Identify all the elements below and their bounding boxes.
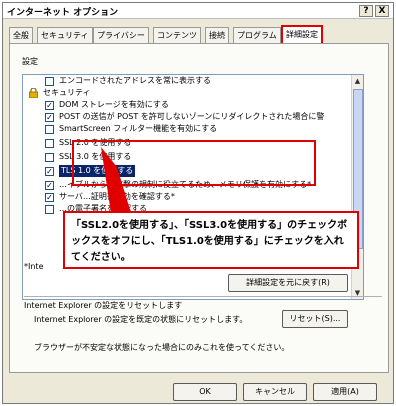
lock-icon <box>29 88 38 98</box>
help-button[interactable]: ? <box>359 5 373 17</box>
internet-options-window: インターネット オプション ? X 全般 セキュリティ プライバシー コンテンツ… <box>2 2 394 404</box>
separator <box>24 296 382 297</box>
cancel-button[interactable]: キャンセル <box>243 383 307 401</box>
ssl-tls-highlight-box <box>72 140 316 186</box>
window-title: インターネット オプション <box>7 8 119 18</box>
tab-general[interactable]: 全般 <box>9 27 33 43</box>
tab-advanced[interactable]: 詳細設定 <box>281 25 323 43</box>
checkbox-checked[interactable]: ✓ <box>45 101 54 110</box>
reset-warning: ブラウザーが不安定な状態になった場合にのみこれを使ってください。 <box>34 343 290 352</box>
checkbox-unchecked[interactable] <box>45 125 54 134</box>
tab-security[interactable]: セキュリティ <box>37 27 93 43</box>
checkbox-checked[interactable]: ✓ <box>45 113 54 122</box>
scroll-up-icon[interactable]: ▲ <box>352 75 363 87</box>
title-bar: インターネット オプション ? X <box>3 3 393 19</box>
advanced-panel: 設定 エンコードされたアドレスを常に表示する セキュリティ ✓ DOM ストレー… <box>9 43 389 373</box>
checkbox-checked[interactable]: ✓ <box>45 193 54 202</box>
reset-button[interactable]: リセット(S)... <box>282 310 348 328</box>
ok-button[interactable]: OK <box>173 383 237 401</box>
reset-description: Internet Explorer の設定を既定の状態にリセットします。 <box>34 315 248 324</box>
scroll-down-icon[interactable]: ▼ <box>352 287 363 299</box>
instruction-callout: 「SSL2.0を使用する」、「SSL3.0を使用する」のチェックボックスをオフに… <box>63 211 359 269</box>
reset-heading: Internet Explorer の設定をリセットします <box>24 301 183 310</box>
restart-note: *Inte <box>24 262 44 271</box>
checkbox-checked[interactable]: ✓ <box>45 181 54 190</box>
apply-button[interactable]: 適用(A) <box>313 383 377 401</box>
ssl2-checkbox[interactable] <box>45 139 54 148</box>
tls10-checkbox[interactable]: ✓ <box>45 167 54 176</box>
restore-advanced-button[interactable]: 詳細設定を元に戻す(R) <box>228 274 348 292</box>
ssl3-checkbox[interactable] <box>45 153 54 162</box>
tab-connections[interactable]: 接続 <box>205 27 229 43</box>
tab-programs[interactable]: プログラム <box>233 27 281 43</box>
close-button[interactable]: X <box>375 5 389 17</box>
checkbox-unchecked[interactable] <box>45 77 54 86</box>
settings-group-label: 設定 <box>22 57 38 66</box>
checkbox-unchecked[interactable] <box>45 205 54 214</box>
tab-privacy[interactable]: プライバシー <box>93 27 149 43</box>
tab-content[interactable]: コンテンツ <box>153 27 201 43</box>
